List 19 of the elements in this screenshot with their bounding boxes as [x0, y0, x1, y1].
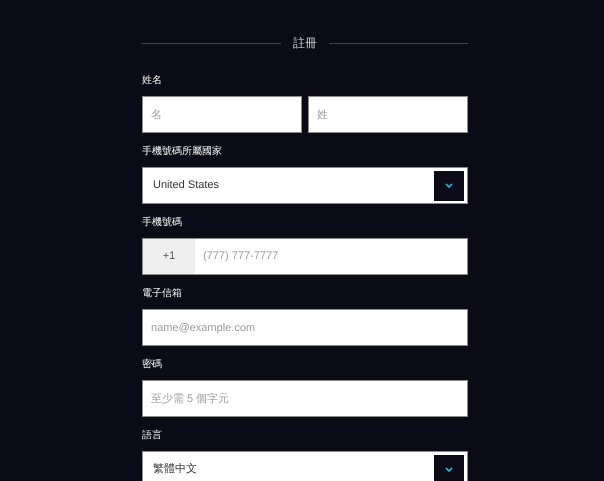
- chevron-down-icon: [445, 466, 453, 472]
- select-field[interactable]: 繁體中文: [142, 451, 468, 481]
- field-label: 語言: [142, 429, 163, 443]
- chevron-down-icon: [445, 182, 453, 188]
- dropdown-button[interactable]: [434, 170, 464, 200]
- select-value: 繁體中文: [153, 462, 197, 478]
- select-value: United States: [153, 178, 220, 194]
- field-label: 密碼: [142, 358, 163, 372]
- text-field[interactable]: name@example.com: [142, 309, 468, 346]
- field-label: 手機號碼: [142, 216, 183, 230]
- form-heading: 註冊: [293, 35, 317, 52]
- name-field[interactable]: 姓: [308, 96, 468, 133]
- field-label: 電子信箱: [142, 287, 183, 301]
- dropdown-button[interactable]: [434, 454, 464, 481]
- text-field[interactable]: 至少需 5 個字元: [142, 380, 468, 417]
- name-field[interactable]: 名: [142, 96, 302, 133]
- field-label: 手機號碼所屬國家: [142, 145, 223, 159]
- select-field[interactable]: United States: [142, 167, 468, 204]
- field-label: 姓名: [142, 74, 163, 88]
